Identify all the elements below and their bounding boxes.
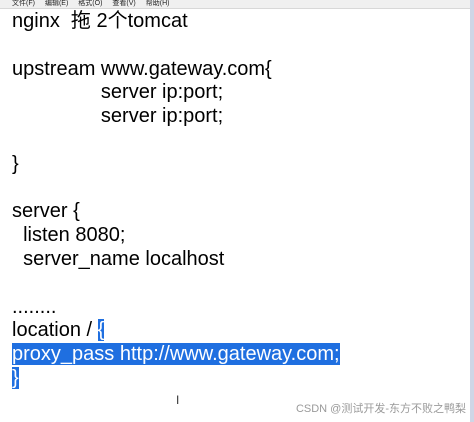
menu-help[interactable]: 帮助(H)	[146, 0, 170, 8]
editor-line-1: nginx 拖 2个tomcat	[12, 10, 188, 32]
editor-line-12	[12, 272, 468, 296]
text-editor[interactable]: nginx 拖 2个tomcat upstream www.gateway.co…	[12, 10, 468, 422]
editor-line-15: proxy_pass http://www.gateway.com;	[12, 343, 468, 367]
menu-file[interactable]: 文件(F)	[12, 0, 35, 8]
selected-proxy-pass: proxy_pass http://www.gateway.com;	[12, 343, 340, 366]
window-edge	[470, 0, 474, 422]
menu-view[interactable]: 查看(V)	[112, 0, 135, 8]
menu-format[interactable]: 格式(O)	[78, 0, 102, 8]
location-text: location /	[12, 319, 98, 342]
editor-line-9: server {	[12, 200, 80, 223]
menu-edit[interactable]: 编辑(E)	[45, 0, 68, 8]
editor-line-16: }	[12, 366, 468, 391]
watermark: CSDN @测试开发-东方不败之鸭梨	[295, 403, 466, 415]
editor-line-11: server_name localhost	[12, 247, 225, 270]
editor-line-7: }	[12, 152, 19, 175]
menu-bar: 文件(F) 编辑(E) 格式(O) 查看(V) 帮助(H)	[0, 0, 474, 9]
editor-line-5: server ip:port;	[12, 105, 224, 128]
editor-line-14: location / {	[12, 319, 468, 343]
ibeam-cursor-icon: I	[176, 393, 180, 407]
editor-line-10: listen 8080;	[12, 224, 126, 247]
editor-line-8	[12, 177, 468, 201]
editor-line-2	[12, 34, 468, 58]
editor-line-13: ........	[12, 295, 57, 318]
selected-close-brace: }	[12, 366, 19, 389]
selected-open-brace: {	[97, 319, 105, 342]
editor-line-4: server ip:port;	[12, 81, 224, 104]
editor-line-6	[12, 129, 468, 153]
editor-line-3: upstream www.gateway.com{	[12, 57, 272, 80]
